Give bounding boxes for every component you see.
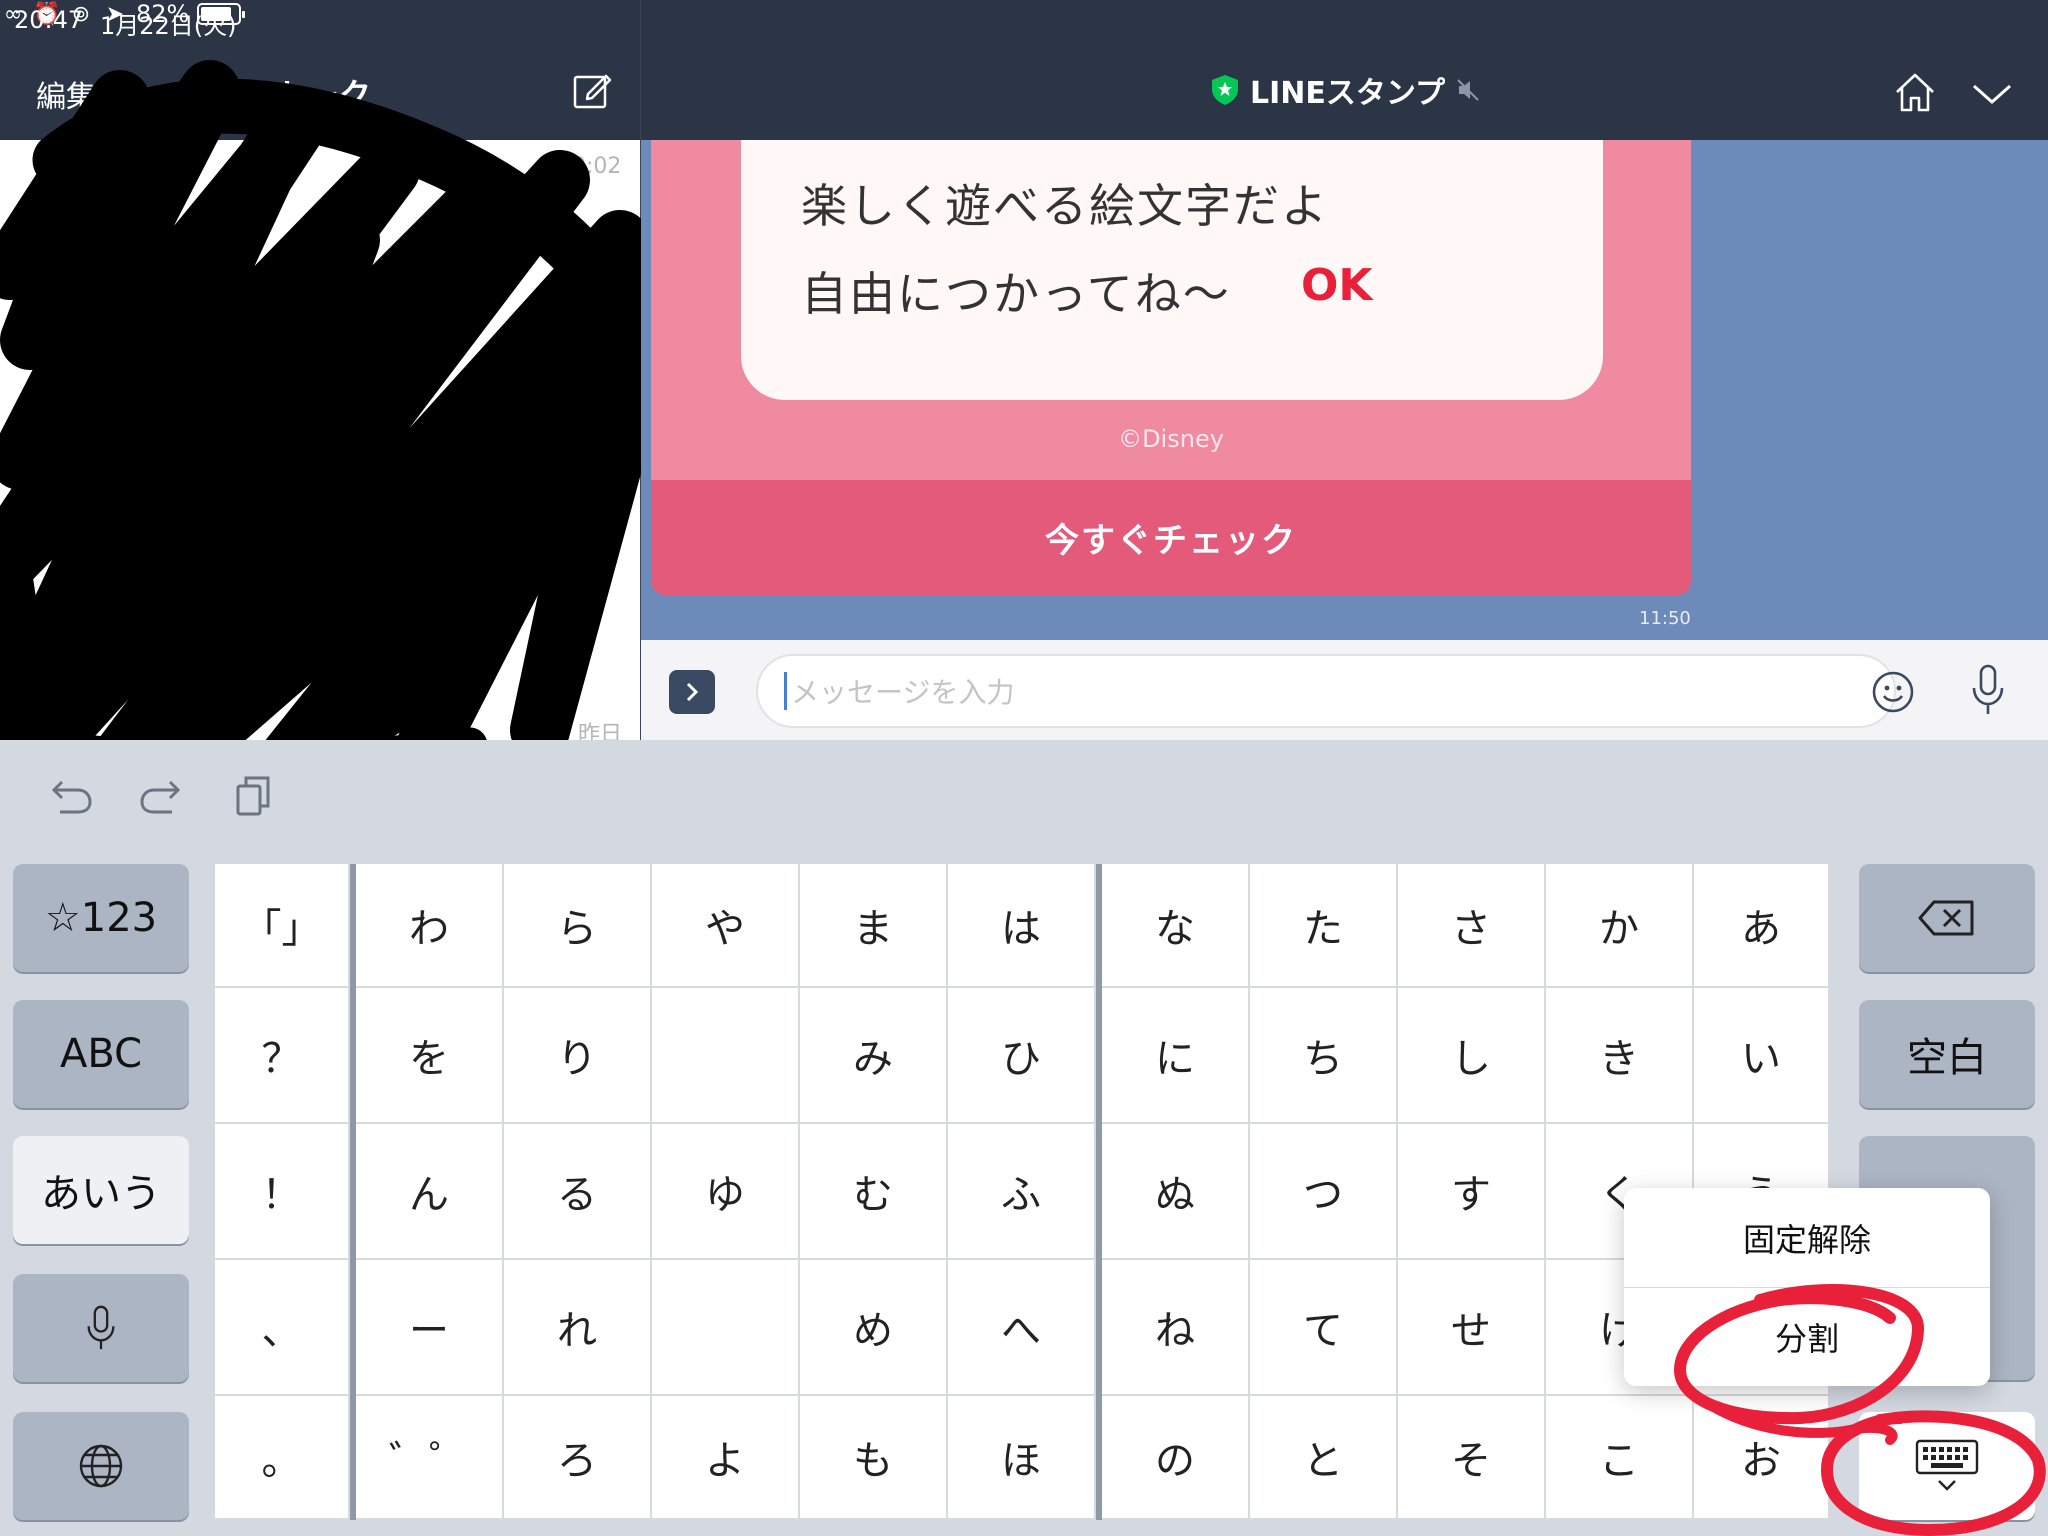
dictation-key[interactable] — [13, 1274, 189, 1382]
status-icons: ∞ ⏰ ⊚ ➤ 82% — [0, 0, 2048, 28]
keyboard-dismiss-icon — [1915, 1439, 1979, 1491]
emoji-icon[interactable] — [1871, 670, 1915, 714]
kana-key[interactable] — [652, 988, 800, 1124]
undo-icon[interactable] — [48, 772, 94, 818]
kana-key[interactable]: れ — [504, 1260, 652, 1396]
chevron-down-icon[interactable] — [1970, 78, 2014, 110]
text-caret — [784, 672, 787, 710]
battery-icon — [197, 3, 246, 25]
kana-key[interactable]: 「」 — [215, 864, 350, 988]
split-option[interactable]: 分割 — [1624, 1288, 1990, 1386]
chat-area: 楽しく遊べる絵文字だよ 自由につかってね〜 OK ©Disney 今すぐチェック… — [641, 140, 2048, 640]
dismiss-keyboard-key[interactable] — [1859, 1412, 2035, 1520]
space-key[interactable]: 空白 — [1859, 1000, 2035, 1108]
chat-header: LINEスタンプ — [1210, 68, 1481, 112]
home-icon[interactable] — [1892, 70, 1938, 116]
kana-key[interactable]: す — [1398, 1124, 1546, 1260]
kana-key[interactable]: り — [504, 988, 652, 1124]
message-time: 11:50 — [1639, 608, 1691, 629]
japanese-keyboard: ☆123 ABC あいう 「」？！、。 わをんー゛゜ らりるれろ やゆよ まみむめも はひ… — [0, 740, 2048, 1536]
kana-key[interactable]: あいう — [13, 1136, 189, 1244]
kana-key-grid: 「」？！、。 わをんー゛゜ らりるれろ やゆよ まみむめも はひふへほ なにぬねの たちつてと… — [215, 864, 1835, 1520]
kana-key[interactable]: ね — [1102, 1260, 1250, 1396]
kana-key[interactable]: へ — [948, 1260, 1096, 1396]
kana-key[interactable]: た — [1250, 864, 1398, 988]
kana-key[interactable]: 、 — [215, 1260, 350, 1396]
kana-key[interactable]: は — [948, 864, 1096, 988]
kana-key[interactable] — [652, 1260, 800, 1396]
mute-icon — [1457, 79, 1479, 101]
kana-key[interactable]: ！ — [215, 1124, 350, 1260]
kana-key[interactable]: ひ — [948, 988, 1096, 1124]
copyright-text: ©Disney — [1118, 425, 1224, 453]
kana-key[interactable]: 。 — [215, 1396, 350, 1520]
message-input-placeholder: メッセージを入力 — [791, 676, 1015, 709]
kana-key[interactable]: ゆ — [652, 1124, 800, 1260]
kana-key[interactable]: つ — [1250, 1124, 1398, 1260]
sticker-preview: 楽しく遊べる絵文字だよ 自由につかってね〜 OK — [741, 140, 1603, 400]
kana-key[interactable]: よ — [652, 1396, 800, 1520]
kana-key[interactable]: ろ — [504, 1396, 652, 1520]
microphone-icon — [87, 1305, 115, 1350]
official-shield-icon — [1212, 75, 1238, 105]
kana-key[interactable]: お — [1694, 1396, 1830, 1520]
kana-key[interactable]: き — [1546, 988, 1694, 1124]
check-now-button[interactable]: 今すぐチェック — [651, 480, 1691, 595]
unlock-option[interactable]: 固定解除 — [1624, 1188, 1990, 1288]
kana-key[interactable]: ー — [356, 1260, 504, 1396]
redo-icon[interactable] — [138, 772, 184, 818]
kana-key[interactable]: ら — [504, 864, 652, 988]
kana-key[interactable]: や — [652, 864, 800, 988]
kana-key[interactable]: わ — [356, 864, 504, 988]
kana-key[interactable]: の — [1102, 1396, 1250, 1520]
microphone-icon[interactable] — [1971, 664, 2005, 716]
kana-key[interactable]: る — [504, 1124, 652, 1260]
kana-key[interactable]: な — [1102, 864, 1250, 988]
card-text-line: 楽しく遊べる絵文字だよ — [801, 179, 1329, 233]
kana-key[interactable]: ゛゜ — [356, 1396, 504, 1520]
chat-title: LINEスタンプ — [1250, 76, 1445, 111]
keyboard-options-popup: 固定解除 分割 — [1624, 1188, 1990, 1386]
kana-key[interactable]: ま — [800, 864, 948, 988]
sticker-promo-card[interactable]: 楽しく遊べる絵文字だよ 自由につかってね〜 OK ©Disney 今すぐチェック — [651, 140, 1691, 595]
kana-key[interactable]: て — [1250, 1260, 1398, 1396]
kana-key[interactable]: を — [356, 988, 504, 1124]
kana-key[interactable]: ？ — [215, 988, 350, 1124]
status-time: 20:47 — [14, 6, 84, 34]
kana-key[interactable]: に — [1102, 988, 1250, 1124]
kana-key[interactable]: ふ — [948, 1124, 1096, 1260]
kana-key[interactable]: ん — [356, 1124, 504, 1260]
delete-key[interactable] — [1859, 864, 2035, 972]
expand-button[interactable] — [669, 670, 715, 714]
globe-icon — [79, 1444, 123, 1488]
kana-key[interactable]: か — [1546, 864, 1694, 988]
kana-key[interactable]: あ — [1694, 864, 1830, 988]
message-input-bar: メッセージを入力 — [641, 640, 2048, 740]
kana-key[interactable]: そ — [1398, 1396, 1546, 1520]
kana-key[interactable]: せ — [1398, 1260, 1546, 1396]
kana-key[interactable]: も — [800, 1396, 948, 1520]
kana-key[interactable]: む — [800, 1124, 948, 1260]
card-ok-emoji: OK — [1301, 260, 1373, 311]
globe-key[interactable] — [13, 1412, 189, 1520]
kana-key[interactable]: め — [800, 1260, 948, 1396]
kana-key[interactable]: こ — [1546, 1396, 1694, 1520]
kana-key[interactable]: み — [800, 988, 948, 1124]
battery-fill — [201, 7, 231, 21]
delete-icon — [1918, 900, 1974, 936]
kana-key[interactable]: し — [1398, 988, 1546, 1124]
kana-key[interactable]: ち — [1250, 988, 1398, 1124]
kana-key[interactable]: ぬ — [1102, 1124, 1250, 1260]
kana-key[interactable]: さ — [1398, 864, 1546, 988]
kana-key[interactable]: と — [1250, 1396, 1398, 1520]
kana-key[interactable]: い — [1694, 988, 1830, 1124]
card-text-line: 自由につかってね〜 — [801, 267, 1231, 321]
paste-icon[interactable] — [232, 772, 278, 818]
chevron-right-icon — [686, 682, 699, 702]
message-input[interactable]: メッセージを入力 — [756, 654, 1896, 728]
abc-key[interactable]: ABC — [13, 1000, 189, 1108]
symbols-key[interactable]: ☆123 — [13, 864, 189, 972]
redaction-scribble — [0, 60, 690, 780]
kana-key[interactable]: ほ — [948, 1396, 1096, 1520]
